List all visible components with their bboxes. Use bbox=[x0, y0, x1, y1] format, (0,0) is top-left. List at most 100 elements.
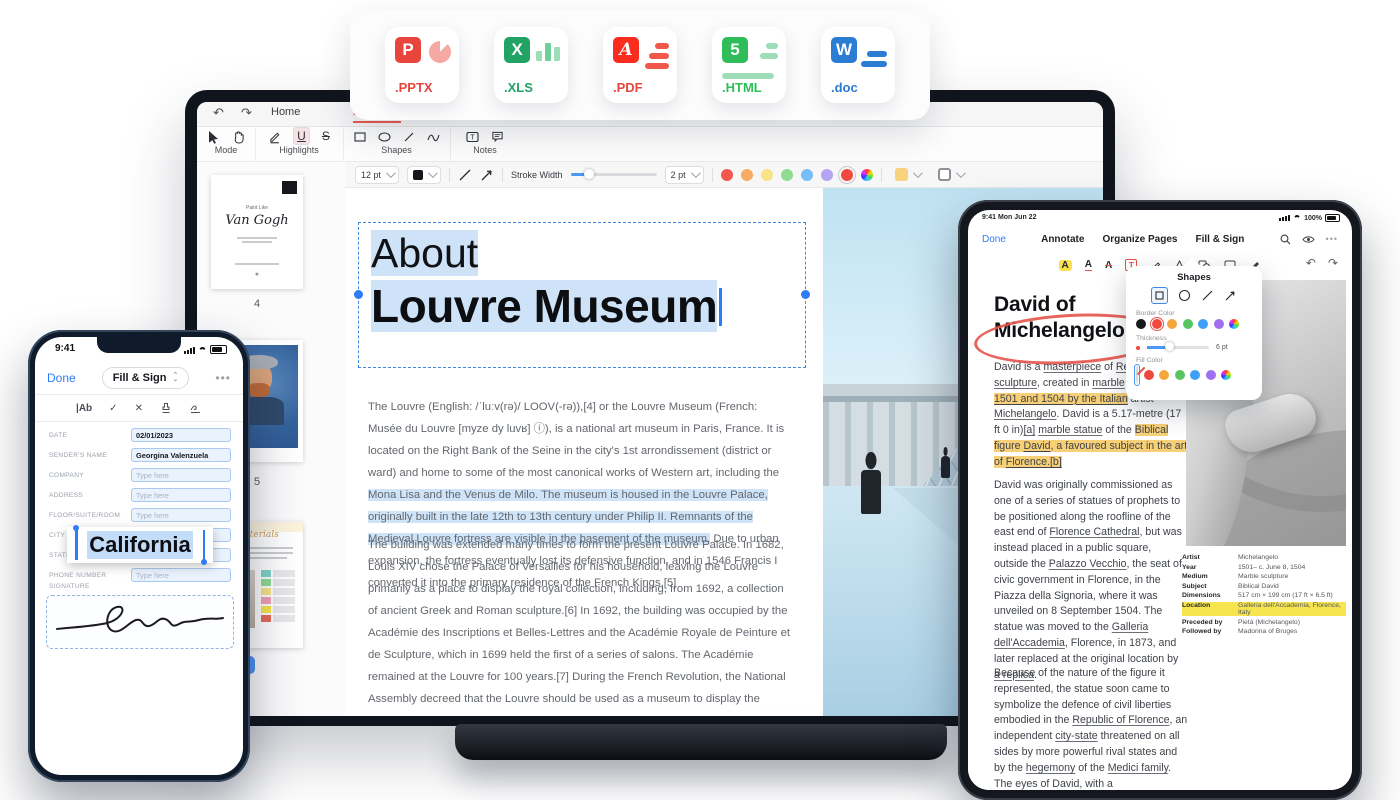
selection-handle-left[interactable] bbox=[75, 530, 78, 560]
tab-organize-pages[interactable]: Organize Pages bbox=[1102, 234, 1177, 245]
cursor-icon[interactable] bbox=[207, 130, 220, 144]
search-icon[interactable] bbox=[1280, 234, 1291, 245]
table-row: SubjectBiblical David bbox=[1182, 583, 1346, 590]
phone-number-field[interactable]: Type here bbox=[131, 568, 231, 582]
border-color-blue[interactable] bbox=[1198, 319, 1208, 329]
color-dot-orange[interactable] bbox=[741, 169, 753, 181]
file-tile-html[interactable]: 5 .HTML bbox=[712, 27, 786, 103]
pie-chart-deco bbox=[429, 41, 451, 63]
color-dot-yellow[interactable] bbox=[761, 169, 773, 181]
color-wheel-icon[interactable] bbox=[861, 169, 873, 181]
stroke-pt-select[interactable]: 2 pt bbox=[665, 166, 704, 184]
color-dot-green[interactable] bbox=[781, 169, 793, 181]
stamp-tool-icon[interactable] bbox=[160, 402, 172, 414]
color-wheel-icon[interactable] bbox=[1221, 370, 1231, 380]
tab-home[interactable]: Home bbox=[271, 106, 300, 118]
ellipse-icon[interactable] bbox=[378, 131, 391, 143]
text-color-select[interactable] bbox=[407, 166, 441, 184]
tablet-status-bar: 9:41 Mon Jun 22 100% bbox=[968, 210, 1352, 226]
fill-none-selected[interactable] bbox=[1136, 366, 1138, 384]
sender-name-field[interactable]: Georgina Valenzuela bbox=[131, 448, 231, 462]
highlight-pencil-icon[interactable] bbox=[268, 130, 281, 144]
file-tile-xls[interactable]: X .XLS bbox=[494, 27, 568, 103]
font-size-select[interactable]: 12 pt bbox=[355, 166, 399, 184]
color-dot-blue[interactable] bbox=[801, 169, 813, 181]
fill-color-select[interactable] bbox=[890, 167, 925, 183]
shape-square-option[interactable] bbox=[1151, 287, 1168, 304]
view-eye-icon[interactable] bbox=[1302, 235, 1315, 244]
underline-tool[interactable]: A bbox=[1085, 259, 1092, 271]
address-field[interactable]: Type here bbox=[131, 488, 231, 502]
border-color-black[interactable] bbox=[1136, 319, 1146, 329]
title-selection-box[interactable]: About Louvre Museum bbox=[358, 222, 806, 368]
thickness-value: 6 pt bbox=[1216, 344, 1228, 351]
properties-toolbar: 12 pt Stroke Width 2 pt bbox=[345, 162, 1103, 188]
signature-tool-icon[interactable] bbox=[189, 402, 202, 414]
strikethrough-tool[interactable]: A bbox=[1105, 260, 1112, 271]
check-tool[interactable]: ✓ bbox=[109, 403, 117, 414]
group-highlights: U S Highlights bbox=[255, 127, 344, 161]
date-field[interactable]: 02/01/2023 bbox=[131, 428, 231, 442]
signature-box[interactable] bbox=[46, 595, 234, 649]
page-thumbnail-4[interactable]: Paint Like Van Gogh ★ bbox=[211, 175, 303, 289]
fill-color-purple[interactable] bbox=[1206, 370, 1216, 380]
more-icon[interactable]: ••• bbox=[1326, 234, 1338, 244]
color-dot-selected[interactable] bbox=[841, 169, 853, 181]
form-row-floor: FLOOR/SUITE/ROOM Type here bbox=[49, 507, 231, 523]
strikethrough-tool-icon[interactable]: S bbox=[322, 129, 330, 143]
underline-tool-icon[interactable]: U bbox=[293, 127, 310, 145]
redo-icon[interactable]: ↷ bbox=[1328, 256, 1338, 270]
document-page[interactable]: About Louvre Museum The Louvre (English:… bbox=[345, 188, 823, 716]
line-tool-icon[interactable] bbox=[458, 168, 472, 182]
border-color-select[interactable] bbox=[933, 167, 968, 183]
line-icon[interactable] bbox=[403, 131, 415, 143]
border-color-purple[interactable] bbox=[1214, 319, 1224, 329]
text-selection-popup[interactable]: California bbox=[67, 527, 213, 563]
border-color-red-selected[interactable] bbox=[1152, 319, 1162, 329]
selection-handle-left[interactable] bbox=[354, 290, 363, 299]
fill-sign-selector[interactable]: Fill & Sign ⌃⌄ bbox=[102, 367, 190, 389]
highlight-tool[interactable]: A bbox=[1059, 260, 1072, 271]
undo-icon[interactable]: ↶ bbox=[213, 105, 224, 121]
company-field[interactable]: Type here bbox=[131, 468, 231, 482]
done-button[interactable]: Done bbox=[982, 234, 1006, 245]
fill-color-blue[interactable] bbox=[1190, 370, 1200, 380]
color-wheel-icon[interactable] bbox=[1229, 319, 1239, 329]
undo-icon[interactable]: ↶ bbox=[1306, 256, 1316, 270]
text-note-icon[interactable]: T bbox=[466, 131, 479, 143]
annotate-toolbar: Mode U S Highlights bbox=[197, 127, 1103, 162]
freehand-icon[interactable] bbox=[427, 131, 440, 143]
stroke-width-slider[interactable] bbox=[571, 173, 657, 176]
arrow-tool-icon[interactable] bbox=[480, 168, 494, 182]
hand-icon[interactable] bbox=[232, 130, 245, 144]
floor-field[interactable]: Type here bbox=[131, 508, 231, 522]
fill-sign-toolbar: |Ab ✓ ✕ bbox=[35, 395, 243, 422]
shape-line-option[interactable] bbox=[1201, 289, 1214, 302]
color-dot-red[interactable] bbox=[721, 169, 733, 181]
shape-circle-option[interactable] bbox=[1178, 289, 1191, 302]
done-button[interactable]: Done bbox=[47, 371, 76, 385]
file-tile-pptx[interactable]: P .PPTX bbox=[385, 27, 459, 103]
thickness-label: Thickness bbox=[1136, 335, 1262, 342]
more-icon[interactable]: ••• bbox=[215, 371, 231, 385]
tab-annotate[interactable]: Annotate bbox=[1041, 234, 1084, 245]
comment-icon[interactable] bbox=[491, 131, 504, 143]
color-dot-purple[interactable] bbox=[821, 169, 833, 181]
cross-tool[interactable]: ✕ bbox=[135, 403, 143, 414]
file-tile-doc[interactable]: W .doc bbox=[821, 27, 895, 103]
selection-handle-right[interactable] bbox=[203, 530, 206, 560]
border-color-orange[interactable] bbox=[1167, 319, 1177, 329]
fill-color-red[interactable] bbox=[1144, 370, 1154, 380]
selection-handle-right[interactable] bbox=[801, 290, 810, 299]
border-color-green[interactable] bbox=[1183, 319, 1193, 329]
rectangle-icon[interactable] bbox=[354, 131, 366, 143]
tab-fill-sign[interactable]: Fill & Sign bbox=[1195, 234, 1244, 245]
text-field-tool[interactable]: |Ab bbox=[76, 403, 92, 414]
redo-icon[interactable]: ↷ bbox=[241, 105, 252, 121]
fill-color-green[interactable] bbox=[1175, 370, 1185, 380]
thickness-slider[interactable] bbox=[1147, 346, 1209, 349]
shape-arrow-option[interactable] bbox=[1224, 289, 1237, 302]
fill-color-orange[interactable] bbox=[1159, 370, 1169, 380]
battery-percent: 100% bbox=[1304, 215, 1322, 222]
file-tile-pdf[interactable]: A .PDF bbox=[603, 27, 677, 103]
